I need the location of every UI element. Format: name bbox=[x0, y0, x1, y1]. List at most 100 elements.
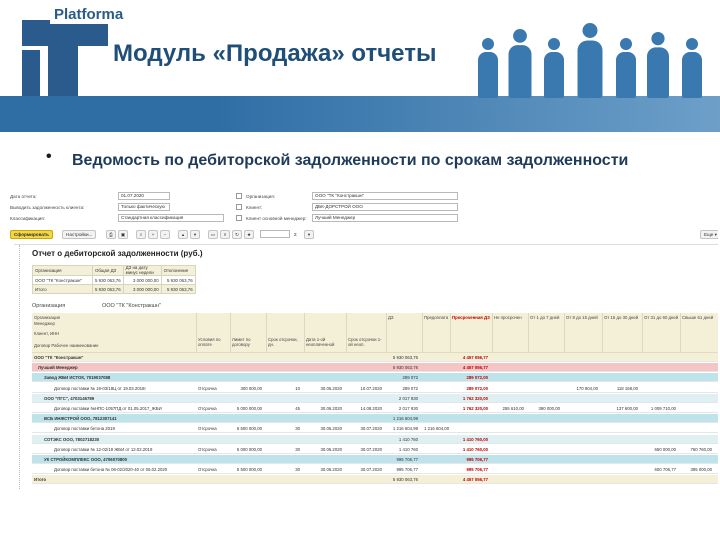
grid-header-cell: От 1 до 7 дней bbox=[530, 315, 560, 320]
row-name-cell: Договор поставки № 19-03/18Ц от 19.03.20… bbox=[54, 385, 147, 391]
folder-icon[interactable]: ▭ bbox=[208, 230, 218, 239]
row-date1-cell: 30.06.2020 bbox=[320, 406, 342, 411]
table-row[interactable]: Итого 5 930 063,76 4 457 056,77 bbox=[32, 475, 718, 485]
money-icon[interactable]: ¤ bbox=[220, 230, 230, 239]
settings-button[interactable]: Настройки... bbox=[62, 230, 97, 239]
table-row[interactable]: УК СТРОЙКОМПЛЕКС ООО, 4706070800 995 706,… bbox=[32, 455, 718, 464]
sum-menu-icon[interactable]: ▾ bbox=[304, 230, 314, 239]
grid-column-divider bbox=[528, 313, 529, 353]
table-row: ООО "ТК "Констракшн" 5 930 063,76 3 000 … bbox=[32, 275, 196, 285]
slide-subtitle: Ведомость по дебиторской задолженности п… bbox=[72, 152, 629, 169]
organization-checkbox[interactable] bbox=[236, 193, 242, 199]
classification-select[interactable]: Стандартная классификация bbox=[118, 214, 224, 222]
row-dz-cell: 289 072 bbox=[402, 375, 418, 381]
summary-cell: 3 000 000,00 bbox=[122, 275, 162, 285]
row-dz-cell: 1 216 604,99 bbox=[392, 426, 418, 432]
row-overdue-cell: 1 762 320,00 bbox=[462, 395, 488, 401]
save-icon[interactable]: ▣ bbox=[118, 230, 128, 239]
row-name-cell: ООО "ТК "Констракшн" bbox=[34, 355, 84, 360]
table-row[interactable]: Договор поставки бетона № 06-02/2020-40 … bbox=[32, 465, 718, 475]
row-overdue-cell: 289 072,00 bbox=[466, 375, 488, 381]
grid-header-cell: Условия по оплате bbox=[198, 337, 221, 347]
row-overdue-cell: 4 457 056,77 bbox=[462, 365, 488, 371]
row-b2-cell: 170 904,00 bbox=[576, 385, 598, 391]
table-row[interactable]: Договор поставки № 19-03/18Ц от 19.03.20… bbox=[32, 384, 718, 393]
manager-label: Клиент основной менеджер: bbox=[246, 216, 307, 221]
find-icon[interactable]: ⌕ bbox=[136, 230, 146, 239]
grid-header-cell: Свыше 61 дней bbox=[682, 315, 714, 320]
row-days-cell: 45 bbox=[295, 406, 300, 411]
row-dz-cell: 1 410 760 bbox=[398, 436, 418, 442]
row-overdue-cell: 1 410 760,00 bbox=[462, 446, 488, 452]
summary-cell: ООО "ТК "Констракшн" bbox=[32, 275, 93, 285]
grid-header-cell: Дата 1-ой неоплаченной bbox=[306, 337, 335, 347]
row-days-cell: 30 bbox=[295, 446, 300, 452]
table-row[interactable]: Лучший Менеджер 5 930 063,76 4 457 056,77 bbox=[32, 363, 718, 373]
table-row[interactable]: СОТЭКС ООО, 7802718230 1 410 760 1 410 760… bbox=[32, 434, 718, 444]
grid-header-cell: Срок отсрочки 1-ой неоп. bbox=[348, 337, 382, 347]
table-row[interactable]: Завод ЖБИ ИСТОК, 7019037088 289 072 289 07… bbox=[32, 373, 718, 383]
table-row[interactable]: Договор поставки №НПС-1057ПД от 01.05.20… bbox=[32, 404, 718, 413]
report-screenshot: Дата отчета: 01.07.2020 Выводить задолже… bbox=[6, 190, 718, 490]
grid-header-cell: ДЗ bbox=[388, 315, 394, 320]
grid-header-cell: От 8 до 15 дней bbox=[566, 315, 598, 320]
row-dz-cell: 995 706,77 bbox=[396, 467, 418, 473]
table-row[interactable]: Договор поставки бетона 2019 Отсрочка 6 50… bbox=[32, 424, 718, 434]
row-dz-cell: 5 930 063,76 bbox=[392, 477, 418, 483]
refresh-icon[interactable]: ↻ bbox=[232, 230, 242, 239]
grid-column-divider bbox=[196, 313, 197, 353]
row-name-cell: Договор поставки № 12-02/19 ЖБИ от 12.02… bbox=[54, 446, 153, 452]
debt-type-select[interactable]: Только фактическую bbox=[118, 203, 170, 211]
more-button[interactable]: Еще ▾ bbox=[700, 230, 718, 239]
table-row[interactable]: ВСБ ИНЖСТРОЙ ООО, 7812307141 1 216 604,99 bbox=[32, 414, 718, 424]
grid-header-cell: Просроченная ДЗ bbox=[452, 315, 490, 320]
print-icon[interactable]: ⎙ bbox=[106, 230, 116, 239]
row-b4-cell: 600 706,77 bbox=[654, 467, 676, 473]
manager-select[interactable]: Лучший Менеджер bbox=[312, 214, 458, 222]
client-select[interactable]: ДБК-ДОРСТРОЙ ООО bbox=[312, 203, 458, 211]
summary-cell: 3 000 000,00 bbox=[122, 284, 162, 294]
summary-table: Организация Общая ДЗ ДЗ на дату минус не… bbox=[32, 265, 196, 294]
sum-icon[interactable]: Σ bbox=[294, 230, 297, 239]
date-field[interactable]: 01.07.2020 bbox=[118, 192, 170, 200]
grid-header-cell: Клиент, ИНН bbox=[34, 331, 60, 336]
row-days-cell: 30 bbox=[295, 467, 300, 473]
table-row[interactable]: ООО "ТК "Констракшн" 5 930 063,76 4 457 05… bbox=[32, 353, 718, 362]
grid-header-cell: Предоплата bbox=[424, 315, 449, 320]
row-dz-cell: 289 072 bbox=[402, 385, 418, 391]
summary-cell: Итого bbox=[32, 284, 93, 294]
grid-header-cell: Срок отсрочки, дн. bbox=[268, 337, 298, 347]
row-b5-cell: 395 000,00 bbox=[690, 467, 712, 473]
manager-checkbox[interactable] bbox=[236, 215, 242, 221]
grid-header-cell: Не просрочен bbox=[494, 315, 522, 320]
row-overdue-cell: 995 706,77 bbox=[466, 457, 488, 462]
row-name-cell: Итого bbox=[34, 477, 47, 483]
zoom-out-icon[interactable]: − bbox=[160, 230, 170, 239]
row-dz-cell: 1 216 604,99 bbox=[392, 416, 418, 422]
summary-cell: 5 930 063,76 bbox=[92, 284, 124, 294]
collapse-icon[interactable]: ▴ bbox=[178, 230, 188, 239]
row-name-cell: Лучший Менеджер bbox=[38, 365, 78, 371]
bookmark-icon[interactable]: ★ bbox=[244, 230, 254, 239]
row-overdue-cell: 4 457 056,77 bbox=[462, 355, 488, 360]
row-name-cell: Договор поставки №НПС-1057ПД от 01.05.20… bbox=[54, 406, 162, 411]
row-overdue-cell: 4 457 056,77 bbox=[462, 477, 488, 483]
table-row[interactable]: Договор поставки № 12-02/19 ЖБИ от 12.02… bbox=[32, 445, 718, 454]
generate-button[interactable]: Сформировать bbox=[10, 230, 53, 239]
grid-column-divider bbox=[230, 313, 231, 353]
row-terms-cell: Отсрочка bbox=[198, 385, 217, 391]
sum-field[interactable] bbox=[260, 230, 290, 238]
row-name-cell: УК СТРОЙКОМПЛЕКС ООО, 4706070800 bbox=[44, 457, 128, 462]
organization-select[interactable]: ООО "ТК "Констракшн" bbox=[312, 192, 458, 200]
client-checkbox[interactable] bbox=[236, 204, 242, 210]
expand-icon[interactable]: ▾ bbox=[190, 230, 200, 239]
organization-filter-label: Организация bbox=[32, 303, 66, 309]
summary-header-cell: Организация bbox=[32, 265, 93, 276]
table-row[interactable]: ООО "ПГС", 4703146789 2 017 930 1 762 320,… bbox=[32, 393, 718, 403]
grid-column-divider bbox=[680, 313, 681, 353]
grid-column-divider bbox=[602, 313, 603, 353]
zoom-in-icon[interactable]: + bbox=[148, 230, 158, 239]
summary-header-cell: Общая ДЗ bbox=[92, 265, 124, 276]
row-date1-cell: 30.06.2020 bbox=[320, 467, 342, 473]
row-name-cell: ООО "ПГС", 4703146789 bbox=[44, 395, 95, 401]
